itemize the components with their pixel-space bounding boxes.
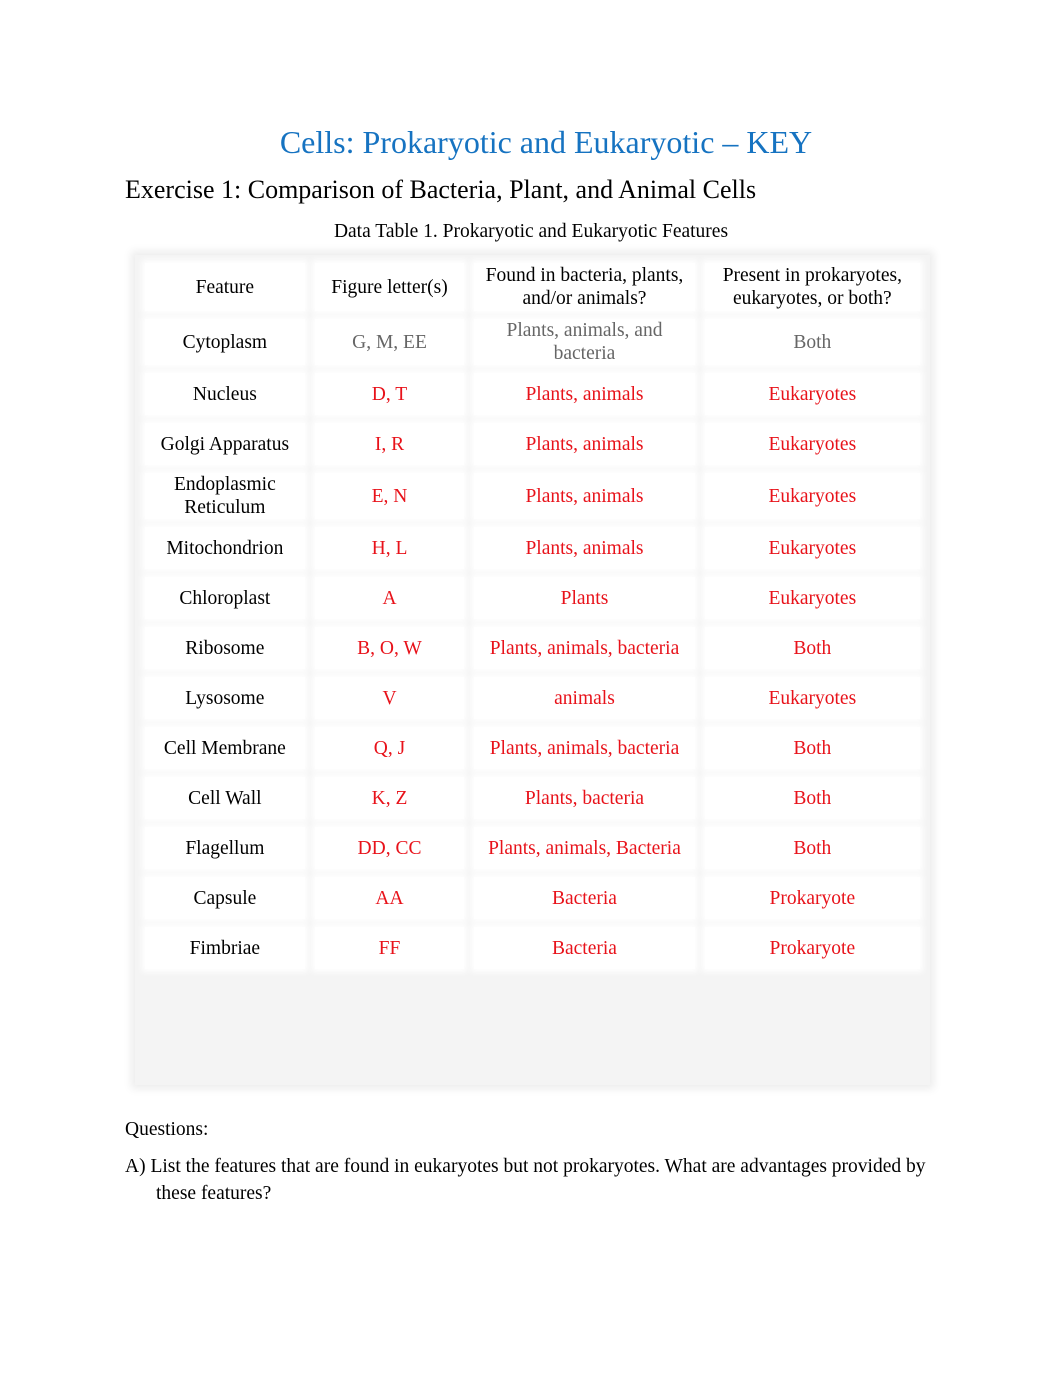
table-row: Cell Wall K, Z Plants, bacteria Both	[145, 777, 920, 819]
cell-figure-letters: DD, CC	[314, 827, 465, 869]
header-found-in: Found in bacteria, plants, and/or animal…	[474, 263, 695, 311]
table-row: Cell Membrane Q, J Plants, animals, bacter…	[145, 727, 920, 769]
cell-feature: Nucleus	[145, 373, 305, 415]
cell-figure-letters: B, O, W	[314, 627, 465, 669]
question-a-label: A)	[125, 1156, 146, 1177]
cell-figure-letters: V	[314, 677, 465, 719]
cell-feature: Endoplasmic Reticulum	[145, 473, 305, 519]
cell-figure-letters: Q, J	[314, 727, 465, 769]
questions-heading: Questions:	[125, 1119, 209, 1140]
cell-feature: Fimbriae	[145, 927, 305, 969]
cell-feature: Cell Membrane	[145, 727, 305, 769]
cell-present-in: Eukaryotes	[704, 473, 920, 519]
table-row: Capsule AA Bacteria Prokaryote	[145, 877, 920, 919]
table-row: Ribosome B, O, W Plants, animals, bacteria…	[145, 627, 920, 669]
document-title: Cells: Prokaryotic and Eukaryotic – KEY	[279, 124, 813, 160]
cell-feature: Chloroplast	[145, 577, 305, 619]
cell-found-in: Plants, bacteria	[474, 777, 695, 819]
cell-found-in: Plants, animals	[474, 373, 695, 415]
cell-present-in: Eukaryotes	[704, 423, 920, 465]
cell-feature: Mitochondrion	[145, 527, 305, 569]
cell-feature: Golgi Apparatus	[145, 423, 305, 465]
header-figure-letters: Figure letter(s)	[314, 263, 465, 311]
cell-found-in: Plants	[474, 577, 695, 619]
cell-feature: Ribosome	[145, 627, 305, 669]
cell-found-in: Plants, animals	[474, 473, 695, 519]
cell-figure-letters: FF	[314, 927, 465, 969]
table-body: Cytoplasm G, M, EE Plants, animals, and ba…	[145, 319, 920, 969]
table-header-row: Feature Figure letter(s) Found in bacter…	[145, 263, 920, 311]
table-row: Nucleus D, T Plants, animals Eukaryotes	[145, 373, 920, 415]
cell-present-in: Prokaryote	[704, 877, 920, 919]
table-row: Endoplasmic Reticulum E, N Plants, animals…	[145, 473, 920, 519]
table-caption: Data Table 1. Prokaryotic and Eukaryotic…	[333, 221, 729, 242]
cell-feature: Capsule	[145, 877, 305, 919]
table-row: Cytoplasm G, M, EE Plants, animals, and ba…	[145, 319, 920, 365]
cell-feature: Cell Wall	[145, 777, 305, 819]
cell-figure-letters: D, T	[314, 373, 465, 415]
data-table-container: Feature Figure letter(s) Found in bacter…	[135, 255, 930, 1085]
cell-figure-letters: K, Z	[314, 777, 465, 819]
cell-figure-letters: I, R	[314, 423, 465, 465]
cell-found-in: animals	[474, 677, 695, 719]
cell-feature: Cytoplasm	[145, 319, 305, 365]
cell-present-in: Both	[704, 319, 920, 365]
cell-found-in: Bacteria	[474, 927, 695, 969]
exercise-heading: Exercise 1: Comparison of Bacteria, Plan…	[125, 175, 757, 204]
table-row: Flagellum DD, CC Plants, animals, Bacteria…	[145, 827, 920, 869]
cell-figure-letters: A	[314, 577, 465, 619]
cell-present-in: Eukaryotes	[704, 577, 920, 619]
cell-present-in: Both	[704, 827, 920, 869]
cell-present-in: Eukaryotes	[704, 527, 920, 569]
cell-found-in: Plants, animals, Bacteria	[474, 827, 695, 869]
cell-present-in: Both	[704, 727, 920, 769]
cell-figure-letters: E, N	[314, 473, 465, 519]
cell-present-in: Eukaryotes	[704, 373, 920, 415]
header-feature: Feature	[145, 263, 305, 311]
cell-found-in: Plants, animals, bacteria	[474, 727, 695, 769]
question-a: A) List the features that are found in e…	[125, 1153, 936, 1207]
cell-figure-letters: G, M, EE	[314, 319, 465, 365]
cell-found-in: Bacteria	[474, 877, 695, 919]
cell-figure-letters: AA	[314, 877, 465, 919]
table-row: Lysosome Vanimals Eukaryotes	[145, 677, 920, 719]
header-present-in: Present in prokaryotes, eukaryotes, or b…	[704, 263, 920, 311]
cell-present-in: Prokaryote	[704, 927, 920, 969]
table-row: Fimbriae FF Bacteria Prokaryote	[145, 927, 920, 969]
data-table: Feature Figure letter(s) Found in bacter…	[135, 255, 930, 977]
table-row: Golgi Apparatus I, R Plants, animals Eukary…	[145, 423, 920, 465]
cell-feature: Lysosome	[145, 677, 305, 719]
cell-feature: Flagellum	[145, 827, 305, 869]
table-row: Mitochondrion H, L Plants, animals Eukaryot…	[145, 527, 920, 569]
cell-present-in: Both	[704, 777, 920, 819]
question-a-text: List the features that are found in euka…	[150, 1156, 926, 1204]
table-row: Chloroplast A Plants Eukaryotes	[145, 577, 920, 619]
cell-found-in: Plants, animals	[474, 527, 695, 569]
cell-present-in: Eukaryotes	[704, 677, 920, 719]
cell-figure-letters: H, L	[314, 527, 465, 569]
cell-present-in: Both	[704, 627, 920, 669]
cell-found-in: Plants, animals	[474, 423, 695, 465]
cell-found-in: Plants, animals, bacteria	[474, 627, 695, 669]
cell-found-in: Plants, animals, and bacteria	[474, 319, 695, 365]
